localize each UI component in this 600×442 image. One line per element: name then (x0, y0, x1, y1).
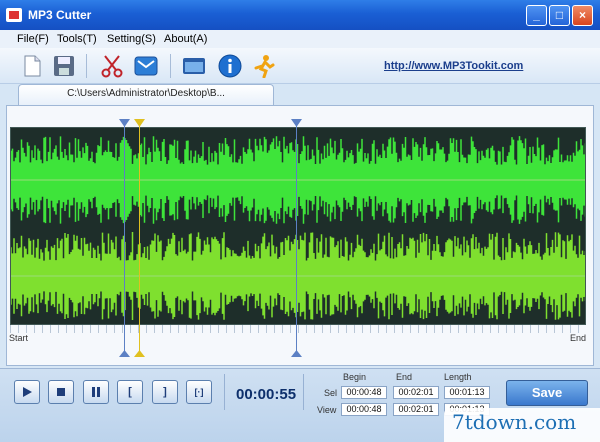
stop-icon (57, 388, 65, 396)
set-begin-icon: [ (128, 386, 132, 398)
app-logo-icon (6, 8, 22, 22)
time-ruler (10, 325, 586, 333)
stop-button[interactable] (48, 380, 74, 404)
toolbar-separator (170, 54, 171, 78)
info-icon[interactable] (216, 52, 244, 80)
pause-button[interactable] (83, 380, 109, 404)
close-button[interactable]: × (572, 5, 593, 26)
menu-file[interactable]: File(F) (17, 33, 49, 45)
title-bar: MP3 Cutter _ □ × (0, 0, 600, 30)
marker-handle-icon[interactable] (134, 350, 145, 357)
marker-handle-icon[interactable] (291, 119, 302, 127)
marker-handle-icon[interactable] (134, 119, 145, 127)
ruler-start-label: Start (9, 333, 29, 343)
sel-begin-field[interactable]: 00:00:48 (341, 386, 387, 399)
play-icon (23, 387, 32, 397)
toolbar-separator (86, 54, 87, 78)
waveform-graph (11, 136, 585, 320)
begin-header: Begin (343, 372, 367, 382)
play-position-marker[interactable] (139, 121, 140, 355)
marker-handle-icon[interactable] (119, 350, 130, 357)
play-button[interactable] (14, 380, 40, 404)
watermark-text: 7tdown.com (452, 410, 577, 434)
pause-icon (92, 387, 100, 397)
maximize-button[interactable]: □ (549, 5, 570, 26)
set-begin-button[interactable]: [ (117, 380, 143, 404)
save-button[interactable]: Save (506, 380, 588, 406)
current-time: 00:00:55 (236, 386, 297, 403)
play-selection-icon: [·] (194, 387, 204, 397)
set-end-icon: ] (163, 386, 167, 398)
waveform-view[interactable] (10, 127, 586, 325)
tab-file[interactable]: C:\Users\Administrator\Desktop\B... (18, 84, 274, 106)
marker-handle-icon[interactable] (119, 119, 130, 127)
marker-handle-icon[interactable] (291, 350, 302, 357)
window-icon[interactable] (180, 52, 208, 80)
email-icon[interactable] (132, 52, 160, 80)
menu-setting[interactable]: Setting(S) (107, 33, 156, 45)
save-icon[interactable] (50, 52, 78, 80)
sel-end-field[interactable]: 00:02:01 (393, 386, 439, 399)
run-man-icon[interactable] (250, 52, 278, 80)
ruler-end-label: End (570, 333, 587, 343)
play-selection-button[interactable]: [·] (186, 380, 212, 404)
minimize-button[interactable]: _ (526, 5, 547, 26)
new-file-icon[interactable] (18, 52, 46, 80)
sel-length-field[interactable]: 00:01:13 (444, 386, 490, 399)
view-begin-field[interactable]: 00:00:48 (341, 403, 387, 416)
window-title: MP3 Cutter (28, 8, 92, 22)
cut-icon[interactable] (98, 52, 126, 80)
view-end-marker[interactable] (296, 121, 297, 355)
menu-tools[interactable]: Tools(T) (57, 33, 97, 45)
view-label: View (317, 405, 337, 415)
set-end-button[interactable]: ] (152, 380, 178, 404)
menu-about[interactable]: About(A) (164, 33, 207, 45)
website-link[interactable]: http://www.MP3Tookit.com (384, 60, 523, 72)
end-header: End (396, 372, 413, 382)
view-begin-marker[interactable] (124, 121, 125, 355)
view-end-field[interactable]: 00:02:01 (393, 403, 439, 416)
sel-label: Sel (324, 388, 338, 398)
menu-bar: File(F) Tools(T) Setting(S) About(A) (0, 30, 600, 48)
length-header: Length (444, 372, 472, 382)
